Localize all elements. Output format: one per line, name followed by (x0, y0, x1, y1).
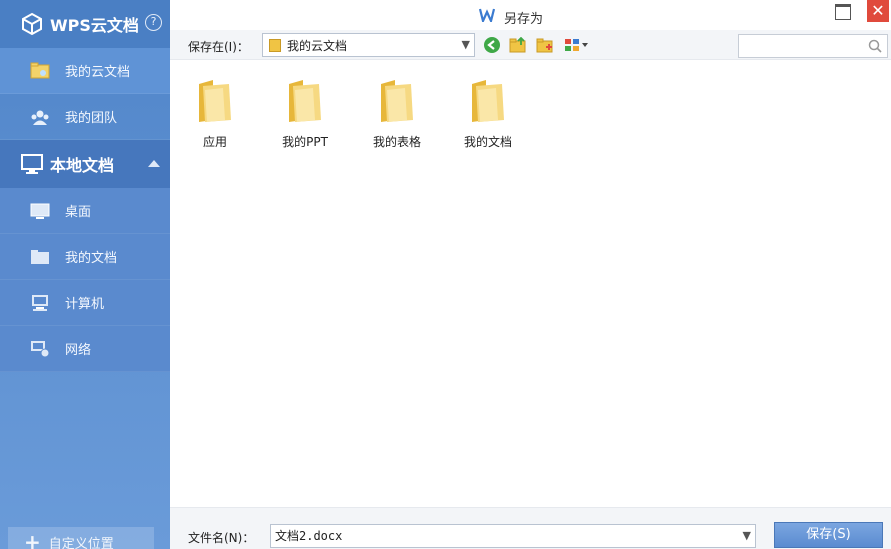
section-title: 本地文档 (50, 156, 115, 175)
sidebar-item-my-team[interactable]: 我的团队 (0, 94, 170, 140)
grid-view-icon (565, 39, 588, 51)
folder-label: 我的表格 (372, 135, 421, 149)
new-folder-button[interactable] (535, 35, 555, 55)
sidebar-item-label: 桌面 (65, 205, 92, 220)
chevron-down-icon: ▼ (461, 38, 470, 51)
folder-icon (381, 80, 413, 122)
wps-w-icon (479, 8, 495, 22)
plus-icon: + (24, 530, 41, 549)
folder-item-my-docs[interactable]: 我的文档 (448, 76, 528, 150)
brand-title: WPS云文档 (50, 16, 139, 35)
computer-icon (30, 293, 50, 313)
folder-label: 我的PPT (282, 135, 328, 149)
sidebar-item-network[interactable]: 网络 (0, 326, 170, 372)
save-as-dialog: 另存为 ✕ 保存在(I)： 我的云文档 ▼ 应用 我的PPT 我的表格 我的文档… (170, 0, 891, 549)
local-docs-section[interactable]: 本地文档 (0, 140, 170, 188)
sidebar: WPS云文档 ? 我的云文档 我的团队 本地文档 桌面 我的文档 计算机 网络 … (0, 0, 170, 549)
sidebar-item-label: 计算机 (65, 297, 105, 312)
sidebar-item-label: 我的文档 (65, 251, 118, 266)
folder-item-apps[interactable]: 应用 (175, 76, 255, 150)
local-docs-list: 桌面 我的文档 计算机 网络 (0, 188, 170, 372)
new-folder-icon (536, 38, 553, 53)
help-icon[interactable]: ? (145, 14, 162, 31)
sidebar-item-label: 我的云文档 (65, 65, 131, 80)
view-mode-button[interactable] (563, 35, 591, 55)
cloud-folder-icon (30, 61, 50, 81)
maximize-button[interactable] (835, 4, 851, 20)
folder-icon (472, 80, 504, 122)
folder-icon (199, 80, 231, 122)
folder-up-icon (509, 37, 526, 53)
team-icon (30, 107, 50, 127)
custom-location-label: 自定义位置 (48, 536, 114, 549)
chevron-down-icon[interactable]: ▼ (743, 525, 751, 547)
collapse-caret-icon[interactable] (148, 160, 160, 167)
location-value: 我的云文档 (287, 38, 348, 53)
title-bar: 另存为 ✕ (170, 0, 891, 30)
location-dropdown[interactable]: 我的云文档 ▼ (262, 33, 475, 57)
close-button[interactable]: ✕ (867, 0, 889, 22)
sidebar-header: WPS云文档 ? (0, 0, 170, 48)
custom-location-button[interactable]: + 自定义位置 (8, 527, 154, 549)
folder-icon (269, 38, 281, 52)
network-icon (30, 339, 50, 359)
sidebar-item-my-documents[interactable]: 我的文档 (0, 234, 170, 280)
monitor-icon (21, 154, 43, 174)
save-in-label: 保存在(I)： (188, 40, 249, 54)
sidebar-item-computer[interactable]: 计算机 (0, 280, 170, 326)
search-icon (868, 39, 882, 53)
save-button[interactable]: 保存(S) (774, 522, 883, 548)
sidebar-item-label: 网络 (65, 343, 92, 358)
back-arrow-icon (484, 37, 500, 53)
footer-bar: 文件名(N)： 文档2.docx ▼ 保存(S) (170, 507, 891, 549)
file-list: 应用 我的PPT 我的表格 我的文档 (170, 61, 891, 507)
up-folder-button[interactable] (508, 35, 528, 55)
cube-logo-icon (22, 12, 42, 36)
filename-value: 文档2.docx (275, 529, 343, 543)
desktop-icon (30, 201, 50, 221)
folder-item-my-ppt[interactable]: 我的PPT (265, 76, 345, 150)
filename-label: 文件名(N)： (188, 531, 255, 545)
back-button[interactable] (482, 35, 502, 55)
sidebar-item-my-cloud-docs[interactable]: 我的云文档 (0, 48, 170, 94)
folder-label: 我的文档 (463, 135, 512, 149)
folder-icon (289, 80, 321, 122)
search-input[interactable] (738, 34, 888, 58)
folder-label: 应用 (202, 135, 227, 149)
location-toolbar: 保存在(I)： 我的云文档 ▼ (170, 30, 891, 60)
filename-input[interactable]: 文档2.docx ▼ (270, 524, 756, 548)
folder-item-my-sheets[interactable]: 我的表格 (357, 76, 437, 150)
dialog-title: 另存为 (504, 12, 544, 27)
sidebar-item-label: 我的团队 (65, 111, 118, 126)
documents-folder-icon (30, 247, 50, 267)
sidebar-item-desktop[interactable]: 桌面 (0, 188, 170, 234)
